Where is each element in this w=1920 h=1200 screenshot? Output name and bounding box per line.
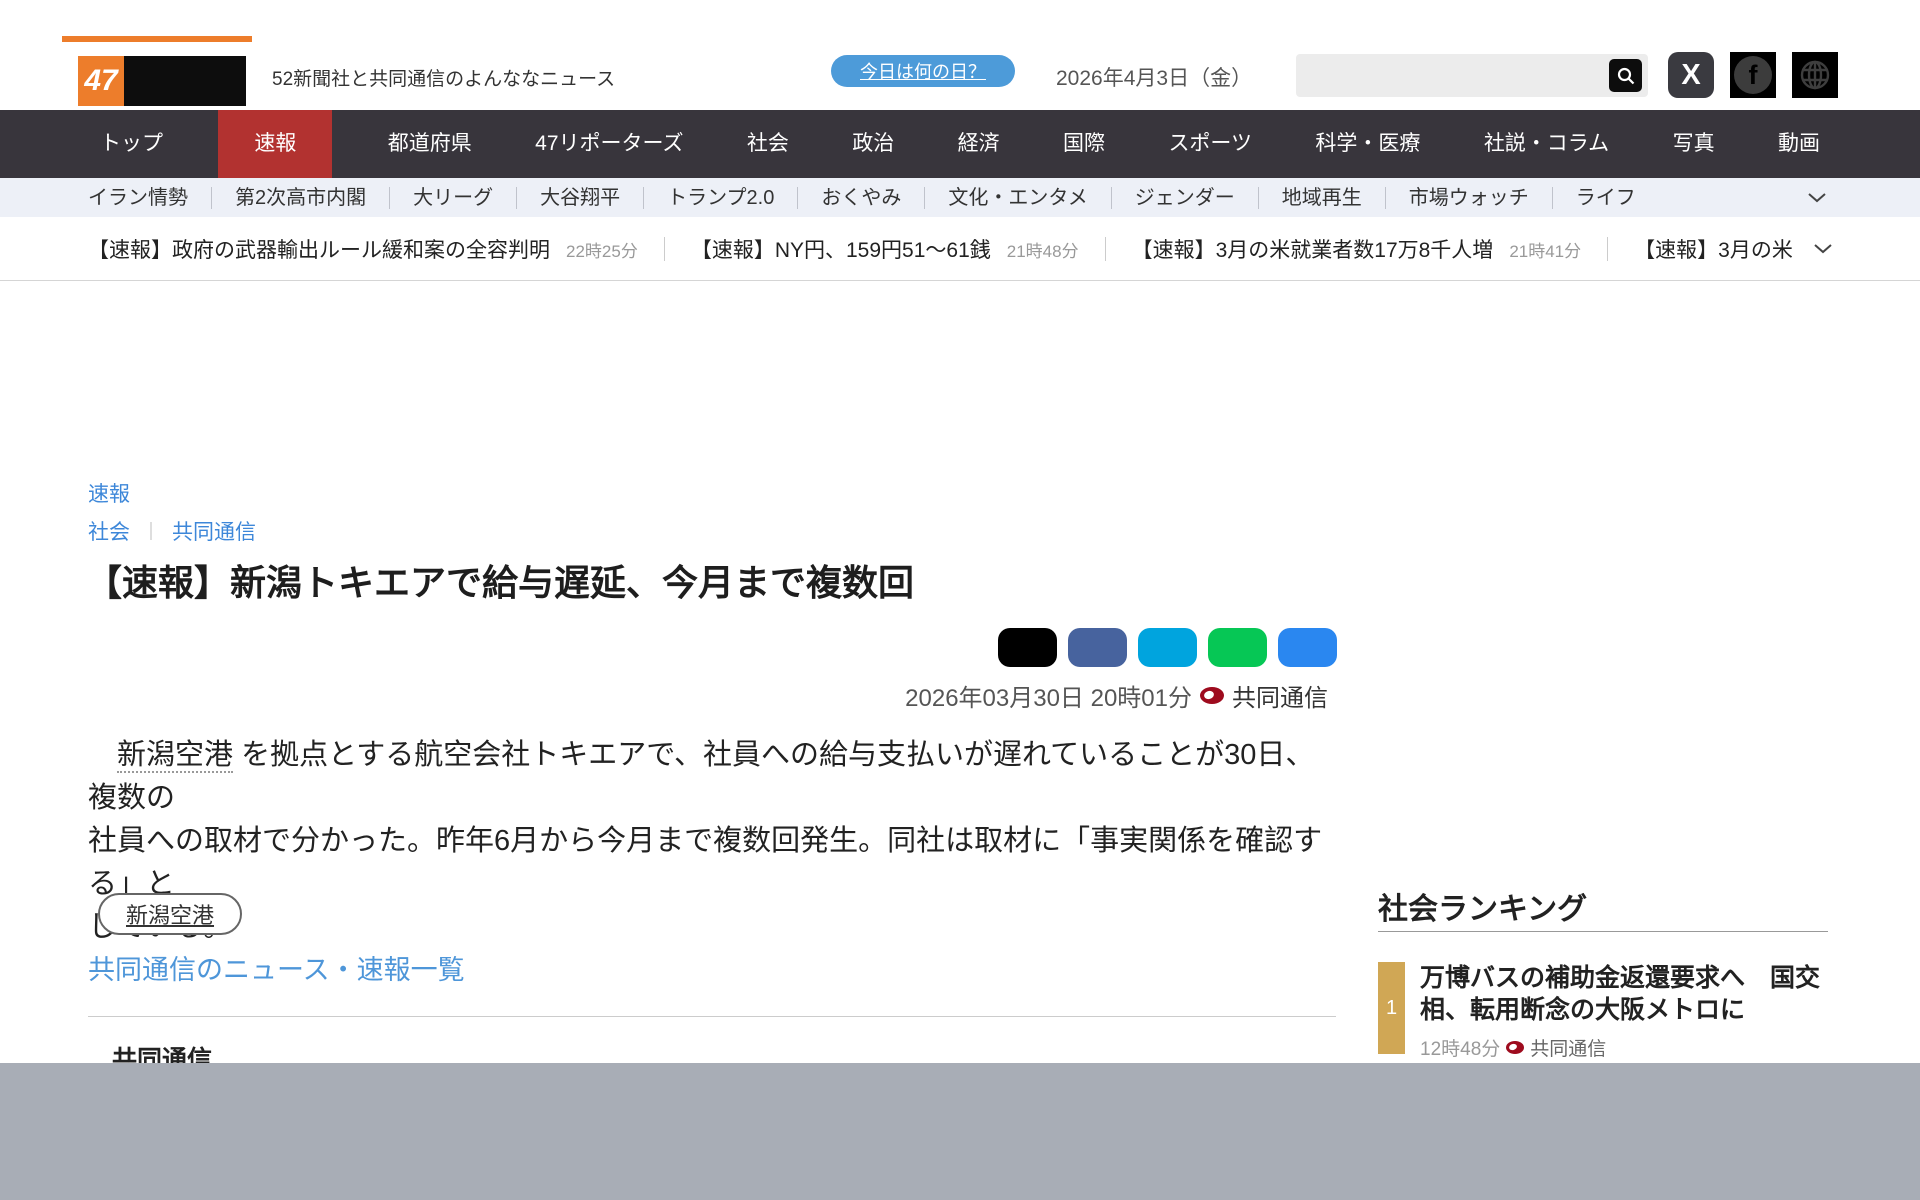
- niigata-airport-link[interactable]: 新潟空港: [117, 739, 234, 773]
- ticker-item[interactable]: 【速報】NY円、159円51～61銭 21時48分: [691, 234, 1079, 264]
- ranking-headline: 万博バスの補助金返還要求へ 国交相、転用断念の大阪メトロに: [1420, 964, 1821, 1024]
- subnav-item-iran[interactable]: イラン情勢: [88, 186, 212, 209]
- ticker-separator: [663, 236, 665, 261]
- kyodo-logo-icon: [1506, 1041, 1525, 1054]
- share-facebook-button[interactable]: [1068, 628, 1127, 667]
- nav-item-prefectures[interactable]: 都道府県: [380, 110, 480, 178]
- page: 47 52新聞社と共同通信のよんななニュース 今日は何の日？ 2026年4月3日…: [0, 0, 1920, 1200]
- subnav-item-gender[interactable]: ジェンダー: [1112, 186, 1259, 209]
- subnav-item-regional[interactable]: 地域再生: [1259, 186, 1386, 209]
- subnav-item-market[interactable]: 市場ウォッチ: [1386, 186, 1553, 209]
- source-link-kyodo[interactable]: 共同通信: [172, 516, 256, 546]
- search-icon: [1617, 67, 1634, 84]
- category-link-society[interactable]: 社会: [88, 516, 130, 546]
- nav-item-economy[interactable]: 経済: [950, 110, 1008, 178]
- nav-item-society[interactable]: 社会: [739, 110, 797, 178]
- subnav-expand-button[interactable]: [1808, 192, 1826, 203]
- bottom-overlay-banner: ✕: [0, 1063, 1920, 1200]
- article-agency: 共同通信: [1232, 685, 1328, 712]
- ranking-divider: [1378, 931, 1828, 932]
- chevron-down-icon: [1808, 192, 1826, 202]
- search-input[interactable]: [1296, 54, 1601, 97]
- section-divider: [88, 1016, 1336, 1017]
- nav-item-international[interactable]: 国際: [1055, 110, 1113, 178]
- today-button[interactable]: 今日は何の日？: [831, 55, 1015, 87]
- ticker-item[interactable]: 【速報】3月の米就業者数17万8千人増 21時41分: [1132, 234, 1582, 264]
- globe-social-button[interactable]: [1792, 52, 1838, 98]
- rank-number-badge: 1: [1378, 962, 1405, 1054]
- nav-item-sports[interactable]: スポーツ: [1160, 110, 1260, 178]
- ranking-source: 共同通信: [1530, 1039, 1607, 1060]
- header-date: 2026年4月3日（金）: [1056, 67, 1253, 90]
- breadcrumb-separator: ｜: [142, 522, 160, 542]
- nav-item-47reporters[interactable]: 47リポーターズ: [527, 110, 691, 178]
- subnav-item-ohtani[interactable]: 大谷翔平: [517, 186, 645, 209]
- topic-subnav: イラン情勢 第2次高市内閣 大リーグ 大谷翔平 トランプ2.0 おくやみ 文化・…: [0, 178, 1920, 217]
- subnav-item-okuyami[interactable]: おくやみ: [798, 186, 926, 209]
- subnav-item-cabinet[interactable]: 第2次高市内閣: [212, 186, 391, 209]
- ranking-meta: 12時48分 共同通信: [1420, 1034, 1833, 1061]
- logo-accent-line: [62, 36, 252, 42]
- kyodo-news-list-link[interactable]: 共同通信のニュース・速報一覧: [88, 948, 465, 987]
- x-social-button[interactable]: X: [1668, 52, 1714, 98]
- globe-icon: [1800, 60, 1830, 90]
- subnav-item-life[interactable]: ライフ: [1553, 187, 1659, 209]
- ranking-time: 12時48分: [1420, 1039, 1501, 1060]
- share-hatena-button[interactable]: [1138, 628, 1197, 667]
- site-tagline: 52新聞社と共同通信のよんななニュース: [272, 69, 616, 90]
- ticker-separator: [1104, 236, 1106, 261]
- ticker-expand-button[interactable]: [1814, 243, 1832, 254]
- breaking-news-ticker: 【速報】政府の武器輸出ルール緩和案の全容判明 22時25分 【速報】NY円、15…: [0, 217, 1920, 281]
- x-icon: X: [1681, 58, 1701, 91]
- ticker-item[interactable]: 【速報】3月の米: [1634, 234, 1792, 264]
- kyodo-logo-icon: [1200, 687, 1224, 704]
- main-nav: トップ 速報 都道府県 47リポーターズ 社会 政治 経済 国際 スポーツ 科学…: [0, 110, 1920, 178]
- article-datetime: 2026年03月30日 20時01分: [905, 685, 1192, 712]
- site-header: 47 52新聞社と共同通信のよんななニュース 今日は何の日？ 2026年4月3日…: [0, 0, 1920, 110]
- site-logo[interactable]: 47: [78, 56, 246, 106]
- chevron-down-icon: [1814, 243, 1832, 253]
- tag-niigata-airport[interactable]: 新潟空港: [98, 893, 243, 935]
- nav-item-politics[interactable]: 政治: [844, 110, 902, 178]
- facebook-icon: f: [1734, 56, 1772, 94]
- subnav-item-trump[interactable]: トランプ2.0: [644, 186, 799, 209]
- article-dateline: 2026年03月30日 20時01分 共同通信: [850, 678, 1328, 713]
- nav-item-photo[interactable]: 写真: [1665, 110, 1723, 178]
- logo-47-badge: 47: [78, 56, 124, 106]
- share-other-button[interactable]: [1278, 628, 1337, 667]
- subnav-item-mlb[interactable]: 大リーグ: [390, 186, 518, 209]
- search-button[interactable]: [1609, 59, 1642, 92]
- share-x-button[interactable]: [998, 628, 1057, 667]
- article-body: 新潟空港 を拠点とする航空会社トキエアで、社員への給与支払いが遅れていることが3…: [88, 739, 1323, 943]
- search-box: [1296, 54, 1648, 97]
- breadcrumb-sokuho[interactable]: 速報: [88, 478, 130, 508]
- subnav-item-culture[interactable]: 文化・エンタメ: [925, 186, 1112, 209]
- breadcrumb: 社会 ｜ 共同通信: [88, 516, 256, 546]
- society-ranking-title: 社会ランキング: [1378, 893, 1588, 926]
- logo-wordmark: [124, 56, 246, 106]
- share-line-button[interactable]: [1208, 628, 1267, 667]
- article-title: 【速報】新潟トキエアで給与遅延、今月まで複数回: [86, 562, 915, 603]
- nav-item-top[interactable]: トップ: [92, 110, 171, 178]
- nav-item-sokuho[interactable]: 速報: [218, 110, 333, 178]
- nav-item-editorial-column[interactable]: 社説・コラム: [1476, 110, 1617, 178]
- share-buttons: [998, 628, 1337, 667]
- ticker-item[interactable]: 【速報】政府の武器輸出ルール緩和案の全容判明 22時25分: [88, 234, 638, 264]
- nav-item-video[interactable]: 動画: [1770, 110, 1828, 178]
- ticker-separator: [1607, 236, 1609, 261]
- facebook-social-button[interactable]: f: [1730, 52, 1776, 98]
- nav-item-science-medical[interactable]: 科学・医療: [1307, 110, 1428, 178]
- ranking-item-1[interactable]: 1 万博バスの補助金返還要求へ 国交相、転用断念の大阪メトロに 12時48分 共…: [1378, 962, 1833, 1061]
